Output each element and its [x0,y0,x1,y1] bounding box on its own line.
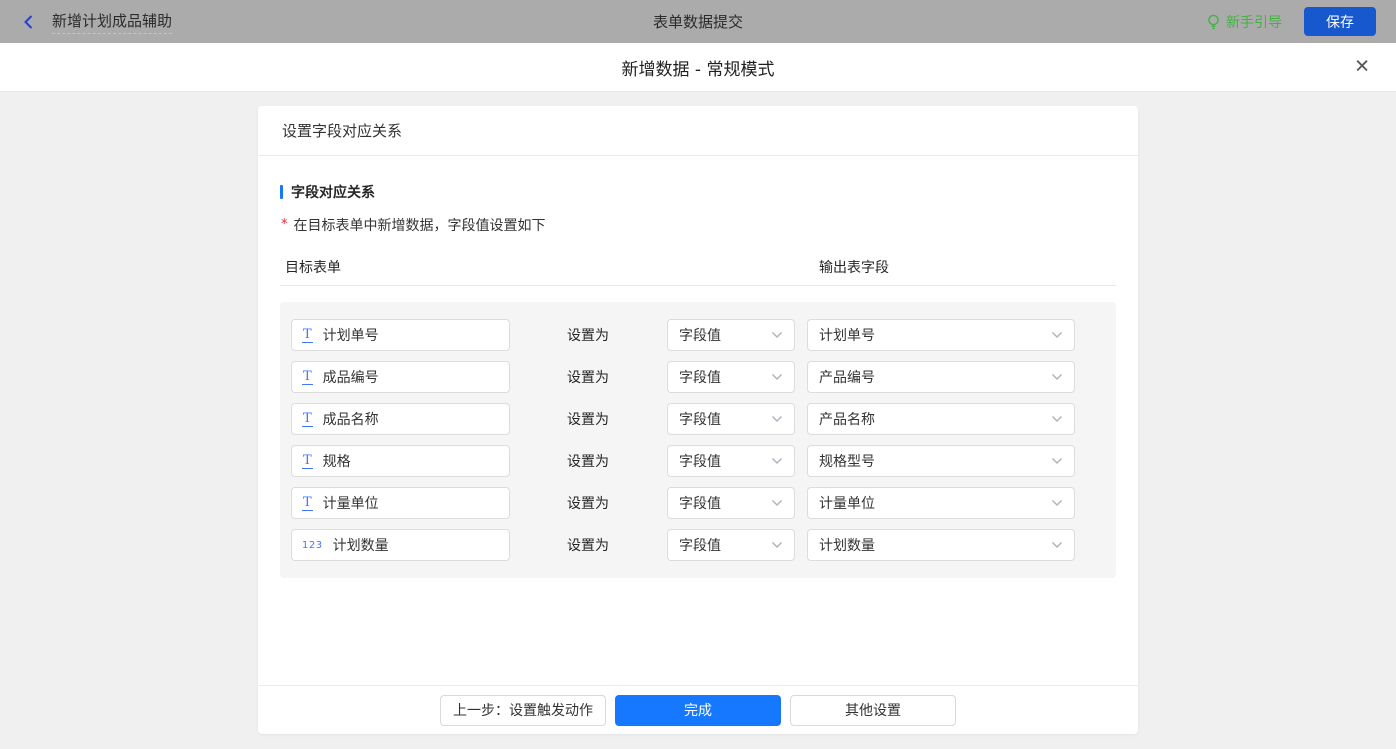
text-field-icon: T [302,328,313,343]
field-mapping-row: T 成品名称 设置为 字段值 产品名称 [291,398,1105,440]
chevron-down-icon [771,415,783,423]
divider [280,285,1116,286]
chevron-down-icon [771,541,783,549]
output-field-select[interactable]: 产品名称 [807,403,1075,435]
save-button[interactable]: 保存 [1304,7,1376,36]
target-field-box[interactable]: T 成品编号 [291,361,510,393]
chevron-down-icon [1051,373,1063,381]
chevron-down-icon [771,457,783,465]
target-form-column-header: 目标表单 [285,257,341,277]
dialog-title: 新增数据 - 常规模式 [622,55,775,80]
workflow-name[interactable]: 新增计划成品辅助 [52,10,172,34]
field-mapping-row: T 计划单号 设置为 字段值 计划单号 [291,314,1105,356]
card-title: 设置字段对应关系 [258,106,1138,156]
output-field-select[interactable]: 计量单位 [807,487,1075,519]
previous-step-button[interactable]: 上一步：设置触发动作 [440,695,606,726]
chevron-down-icon [1051,331,1063,339]
output-field-select[interactable]: 产品编号 [807,361,1075,393]
lightbulb-icon [1206,14,1221,30]
text-field-icon: T [302,412,313,427]
output-field-select[interactable]: 计划数量 [807,529,1075,561]
column-headers: 目标表单 输出表字段 [280,257,1116,277]
field-mapping-row: 123 计划数量 设置为 字段值 计划数量 [291,524,1105,566]
required-asterisk: * [281,217,288,232]
text-field-icon: T [302,496,313,511]
chevron-down-icon [771,373,783,381]
set-as-label: 设置为 [567,325,609,345]
dialog-header: 新增数据 - 常规模式 ✕ [0,43,1396,92]
chevron-left-icon [20,13,38,31]
target-field-box[interactable]: 123 计划数量 [291,529,510,561]
set-as-label: 设置为 [567,409,609,429]
chevron-down-icon [771,499,783,507]
chevron-down-icon [1051,415,1063,423]
output-field-select[interactable]: 规格型号 [807,445,1075,477]
target-field-box[interactable]: T 成品名称 [291,403,510,435]
set-as-label: 设置为 [567,535,609,555]
chevron-down-icon [1051,541,1063,549]
beginner-guide-link[interactable]: 新手引导 [1206,12,1282,32]
mapping-rows-panel: T 计划单号 设置为 字段值 计划单号 T [280,302,1116,578]
number-field-icon: 123 [302,540,323,551]
output-field-select[interactable]: 计划单号 [807,319,1075,351]
field-mapping-card: 设置字段对应关系 字段对应关系 * 在目标表单中新增数据，字段值设置如下 目标表… [258,106,1138,734]
text-field-icon: T [302,370,313,385]
output-field-column-header: 输出表字段 [819,257,889,277]
text-field-icon: T [302,454,313,469]
value-mode-select[interactable]: 字段值 [667,445,795,477]
close-icon[interactable]: ✕ [1354,58,1370,77]
value-mode-select[interactable]: 字段值 [667,361,795,393]
back-button[interactable] [20,13,38,31]
target-field-box[interactable]: T 规格 [291,445,510,477]
value-mode-select[interactable]: 字段值 [667,487,795,519]
field-mapping-row: T 计量单位 设置为 字段值 计量单位 [291,482,1105,524]
top-bar: 表单数据提交 新增计划成品辅助 新手引导 保存 [0,0,1396,43]
finish-button[interactable]: 完成 [615,695,781,726]
set-as-label: 设置为 [567,367,609,387]
field-mapping-row: T 规格 设置为 字段值 规格型号 [291,440,1105,482]
target-field-box[interactable]: T 计划单号 [291,319,510,351]
section-title: 字段对应关系 [280,182,1116,202]
other-settings-button[interactable]: 其他设置 [790,695,956,726]
section-accent-bar [280,185,283,199]
chevron-down-icon [1051,457,1063,465]
set-as-label: 设置为 [567,451,609,471]
set-as-label: 设置为 [567,493,609,513]
field-mapping-row: T 成品编号 设置为 字段值 产品编号 [291,356,1105,398]
beginner-guide-label: 新手引导 [1226,12,1282,32]
card-footer: 上一步：设置触发动作 完成 其他设置 [258,685,1138,734]
section-description: * 在目标表单中新增数据，字段值设置如下 [281,215,1116,235]
chevron-down-icon [1051,499,1063,507]
chevron-down-icon [771,331,783,339]
workflow-node-title: 表单数据提交 [0,11,1396,32]
target-field-box[interactable]: T 计量单位 [291,487,510,519]
dialog-body: 设置字段对应关系 字段对应关系 * 在目标表单中新增数据，字段值设置如下 目标表… [0,106,1396,749]
value-mode-select[interactable]: 字段值 [667,403,795,435]
value-mode-select[interactable]: 字段值 [667,529,795,561]
value-mode-select[interactable]: 字段值 [667,319,795,351]
